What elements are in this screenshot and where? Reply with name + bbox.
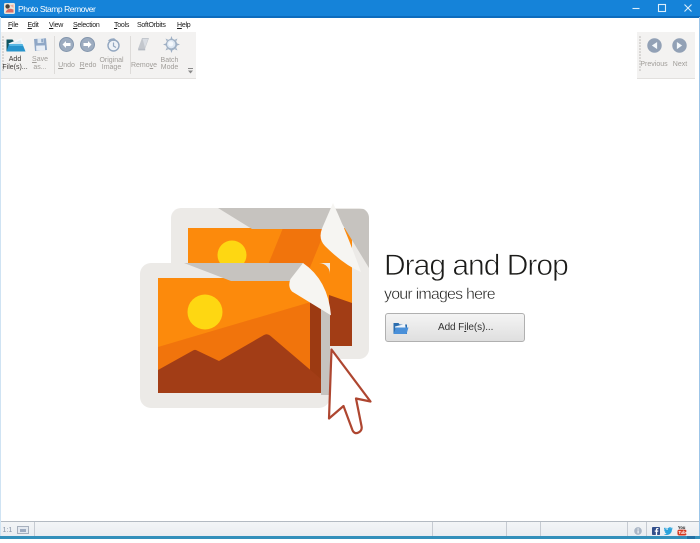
svg-text:Tube: Tube <box>678 530 687 535</box>
